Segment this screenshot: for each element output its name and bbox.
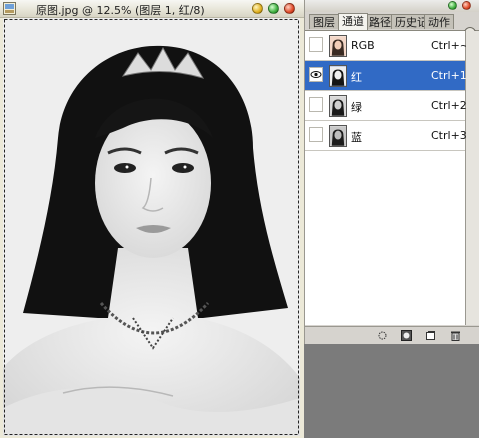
panel-titlebar[interactable] xyxy=(305,0,479,12)
minimize-button[interactable] xyxy=(252,3,263,14)
channel-row-green[interactable]: 绿 Ctrl+2 xyxy=(305,91,467,121)
photoshop-doc-icon xyxy=(3,2,16,15)
channel-thumbnail-blue xyxy=(329,125,347,147)
visibility-toggle[interactable] xyxy=(309,97,323,112)
channel-shortcut: Ctrl+~ xyxy=(431,39,470,52)
eye-icon xyxy=(310,71,322,78)
panel-close-button[interactable] xyxy=(462,1,471,10)
channel-name: RGB xyxy=(351,39,375,52)
channel-shortcut: Ctrl+1 xyxy=(431,69,467,82)
tab-actions[interactable]: 动作 xyxy=(424,14,454,29)
document-title: 原图.jpg @ 12.5% (图层 1, 红/8) xyxy=(36,4,205,17)
channel-row-red[interactable]: 红 Ctrl+1 xyxy=(305,61,467,91)
visibility-toggle[interactable] xyxy=(309,37,323,52)
tab-channels[interactable]: 通道 xyxy=(338,13,368,30)
image-canvas[interactable] xyxy=(3,18,300,436)
tab-layers[interactable]: 图层 xyxy=(309,14,339,29)
channel-shortcut: Ctrl+2 xyxy=(431,99,467,112)
channel-row-rgb[interactable]: RGB Ctrl+~ xyxy=(305,31,469,61)
save-selection-icon[interactable] xyxy=(401,330,412,341)
channel-row-blue[interactable]: 蓝 Ctrl+3 xyxy=(305,121,467,151)
channel-name: 蓝 xyxy=(351,131,362,144)
visibility-toggle[interactable] xyxy=(309,67,323,82)
channel-thumbnail-green xyxy=(329,95,347,117)
channel-list-scrollbar[interactable] xyxy=(466,31,479,325)
load-selection-icon[interactable] xyxy=(377,330,388,341)
maximize-button[interactable] xyxy=(268,3,279,14)
channel-thumbnail-rgb xyxy=(329,35,347,57)
document-window: 原图.jpg @ 12.5% (图层 1, 红/8) xyxy=(0,0,304,438)
channel-list: RGB Ctrl+~ 红 Ctrl+1 绿 Ctrl+2 蓝 Ctrl+3 xyxy=(305,31,469,325)
channel-name: 绿 xyxy=(351,101,362,114)
close-button[interactable] xyxy=(284,3,295,14)
visibility-toggle[interactable] xyxy=(309,127,323,142)
panel-footer xyxy=(305,326,479,344)
portrait-image xyxy=(3,18,300,436)
channels-panel: 图层 通道 路径 历史记录 动作 ▸ RGB Ctrl+~ xyxy=(304,0,479,344)
channel-shortcut: Ctrl+3 xyxy=(431,129,467,142)
panel-tabs: 图层 通道 路径 历史记录 动作 ▸ xyxy=(305,13,479,39)
document-titlebar[interactable]: 原图.jpg @ 12.5% (图层 1, 红/8) xyxy=(0,0,304,18)
trash-icon[interactable] xyxy=(450,330,461,341)
panel-maximize-button[interactable] xyxy=(448,1,457,10)
channel-name: 红 xyxy=(351,71,362,84)
new-channel-icon[interactable] xyxy=(425,330,436,341)
channel-thumbnail-red xyxy=(329,65,347,87)
